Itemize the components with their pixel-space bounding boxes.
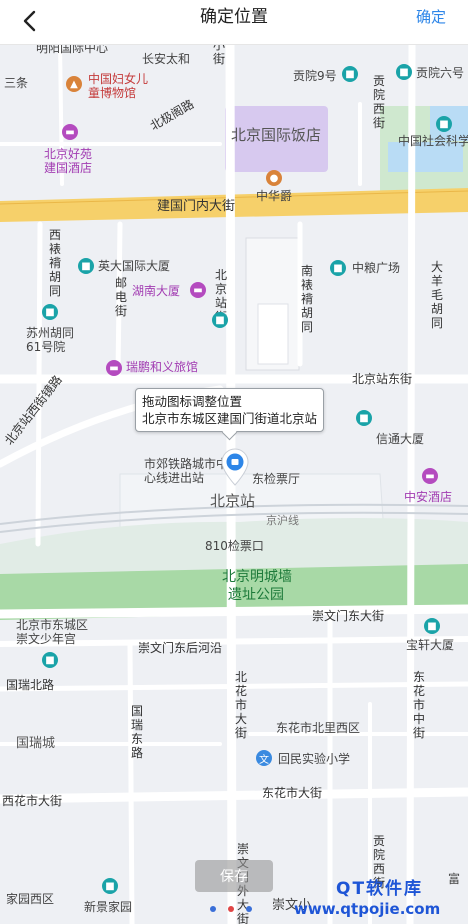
hotel-icon: ▬ — [422, 468, 438, 484]
restaurant-icon: ● — [266, 170, 282, 186]
place-park1: 北京明城墙 — [222, 569, 292, 585]
page-title: 确定位置 — [200, 7, 268, 27]
place-huimin: 回民实验小学 — [278, 752, 351, 766]
road-xiaojie: 小街 — [212, 44, 225, 66]
road-jinghu: 京沪线 — [266, 514, 299, 527]
place-810: 810检票口 — [205, 539, 264, 553]
road-jianguomen: 建国门内大街 — [157, 199, 236, 214]
hotel-icon: ▬ — [190, 282, 206, 298]
tooltip-hint: 拖动图标调整位置 — [142, 394, 243, 409]
building-icon: ■ — [212, 312, 228, 328]
road-dongjie: 北京站东街 — [352, 372, 413, 386]
road-nanbiao: 南裱褙胡同 — [300, 264, 313, 334]
place-shaonian: 北京市东城区崇文少年宫 — [16, 618, 89, 646]
place-guoji: 北京国际饭店 — [231, 126, 322, 144]
hotel-icon: ▬ — [62, 124, 78, 140]
building-icon: ■ — [342, 66, 358, 82]
map-pin-icon — [221, 448, 249, 486]
building-icon: ■ — [396, 64, 412, 80]
museum-icon: ▲ — [66, 76, 82, 92]
building-icon: ■ — [356, 410, 372, 426]
place-tielu: 市郊铁路城市中心线进出站 — [144, 457, 229, 485]
place-xinjing: 新景家园 — [84, 900, 133, 914]
place-gongyuan9: 贡院9号 — [293, 69, 337, 83]
hotel-icon: ▬ — [106, 360, 122, 376]
place-dongbei: 东花市北里西区 — [276, 721, 361, 735]
place-xintong: 信通大厦 — [376, 432, 425, 446]
place-yingda: 英大国际大厦 — [98, 259, 171, 273]
road-dongdajie: 东花市大街 — [262, 786, 323, 800]
place-fu: 富 — [448, 872, 461, 886]
indicator-dot — [228, 906, 234, 912]
place-gongyuan6: 贡院六号 — [416, 66, 465, 80]
place-zhongliang: 中粮广场 — [352, 261, 401, 275]
road-chongwen-hou: 崇文门东后河沿 — [138, 641, 223, 655]
road-dongzhong: 东花市中街 — [412, 670, 425, 740]
road-beihuashi: 北花市大街 — [234, 670, 247, 740]
place-zhongan: 中安酒店 — [404, 490, 453, 504]
building-icon: ■ — [330, 260, 346, 276]
building-icon: ■ — [102, 878, 118, 894]
place-mingyang: 明阳国际中心 — [36, 44, 109, 55]
indicator-dot — [246, 906, 252, 912]
nav-header: 确定位置 确定 — [0, 0, 468, 45]
place-park2: 遗址公园 — [228, 587, 284, 603]
confirm-button[interactable]: 确定 — [416, 0, 446, 34]
road-chongwen-dong: 崇文门东大街 — [312, 609, 385, 623]
building-icon: ■ — [424, 618, 440, 634]
location-pin[interactable] — [220, 448, 250, 486]
road-guorui: 国瑞东路 — [130, 704, 143, 760]
watermark-title: QT软件库 — [336, 879, 424, 899]
place-shehui: 中国社会科学 — [398, 134, 468, 148]
tooltip-address: 北京市东城区建国门街道北京站 — [142, 411, 318, 426]
place-beijingzhan: 北京站 — [210, 492, 256, 510]
road-gongyuan: 贡院西街 — [372, 74, 385, 130]
place-hunan: 湖南大厦 — [132, 284, 181, 298]
save-button[interactable]: 保存 — [195, 860, 273, 892]
school-icon: 文 — [256, 750, 272, 766]
place-suzhou: 苏州胡同61号院 — [26, 326, 75, 354]
place-zhonghua: 中华爵 — [256, 189, 293, 203]
road-xidajie: 西花市大街 — [2, 794, 63, 808]
place-guoruicheng: 国瑞城 — [16, 736, 56, 751]
place-funv: 中国妇女儿童博物馆 — [88, 72, 149, 100]
road-dayang: 大羊毛胡同 — [430, 260, 443, 330]
place-jiayuan: 家园西区 — [6, 892, 55, 906]
road-xibiao: 西裱褙胡同 — [48, 228, 61, 298]
building-icon: ■ — [42, 652, 58, 668]
map-view[interactable]: 明阳国际中心 长安太和 小街 三条 ▲ 中国妇女儿童博物馆 北极阁路 贡院9号 … — [0, 44, 468, 924]
indicator-dot — [210, 906, 216, 912]
page-indicator — [210, 906, 252, 912]
road-youdian: 邮电街 — [114, 276, 127, 318]
building-icon: ■ — [78, 258, 94, 274]
watermark-url: www.qtpojie.com — [294, 900, 441, 918]
place-sanliao: 三条 — [4, 76, 29, 90]
place-changan: 长安太和 — [142, 52, 191, 66]
building-icon: ■ — [436, 116, 452, 132]
place-baoxuan: 宝轩大厦 — [406, 638, 455, 652]
place-dongjian: 东检票厅 — [252, 472, 301, 486]
building-icon: ■ — [42, 304, 58, 320]
place-haoyuan: 北京好苑建国酒店 — [44, 147, 93, 175]
road-guoruibei: 国瑞北路 — [6, 678, 55, 692]
place-ruipeng: 瑞鹏和义旅馆 — [126, 360, 199, 374]
location-tooltip: 拖动图标调整位置 北京市东城区建国门街道北京站 — [135, 388, 325, 432]
